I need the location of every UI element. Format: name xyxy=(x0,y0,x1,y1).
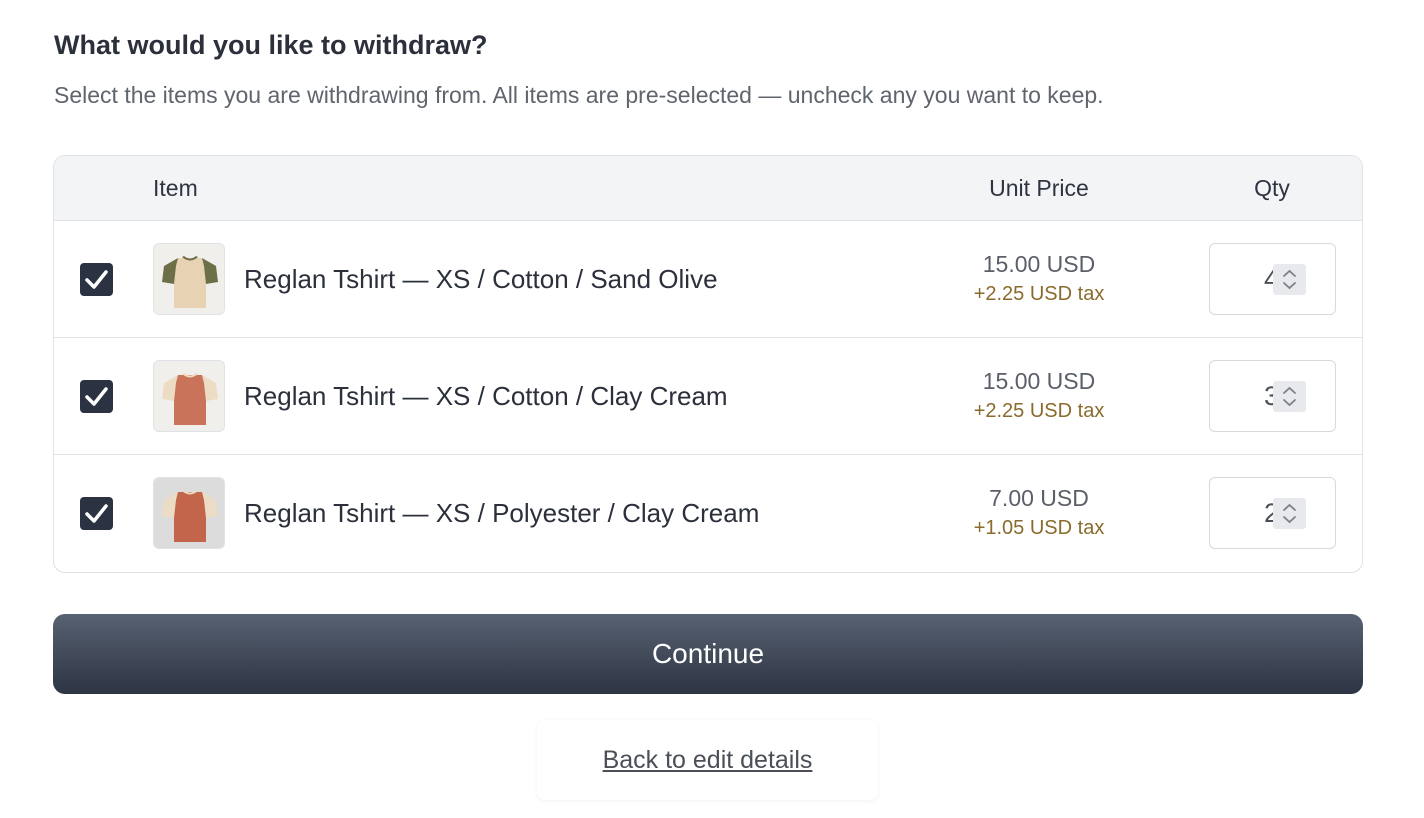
tax-amount: +1.05 USD tax xyxy=(973,517,1105,539)
table-row: Reglan Tshirt — XS / Cotton / Sand Olive… xyxy=(54,221,1362,338)
price-block: 7.00 USD +1.05 USD tax xyxy=(939,482,1139,542)
quantity-spinner[interactable] xyxy=(1273,264,1306,295)
table-row: Reglan Tshirt — XS / Polyester / Clay Cr… xyxy=(54,455,1362,572)
spinner-arrows-icon xyxy=(1283,386,1296,407)
product-thumbnail xyxy=(153,360,225,432)
checkmark-icon xyxy=(85,387,108,406)
back-link-container: Back to edit details xyxy=(537,720,878,800)
tshirt-icon xyxy=(154,244,224,314)
unit-price: 15.00 USD xyxy=(982,251,1096,277)
page-subtitle: Select the items you are withdrawing fro… xyxy=(54,82,1104,108)
checkmark-icon xyxy=(85,504,108,523)
quantity-stepper[interactable]: 2 xyxy=(1209,477,1336,549)
tax-amount: +2.25 USD tax xyxy=(973,283,1105,305)
continue-button[interactable]: Continue xyxy=(53,614,1363,694)
item-checkbox[interactable] xyxy=(80,497,113,530)
price-block: 15.00 USD +2.25 USD tax xyxy=(939,365,1139,425)
quantity-spinner[interactable] xyxy=(1273,381,1306,412)
item-checkbox[interactable] xyxy=(80,263,113,296)
column-header-item: Item xyxy=(153,175,198,201)
item-name: Reglan Tshirt — XS / Polyester / Clay Cr… xyxy=(244,498,760,528)
item-name: Reglan Tshirt — XS / Cotton / Sand Olive xyxy=(244,264,718,294)
tax-amount: +2.25 USD tax xyxy=(973,400,1105,422)
column-header-qty: Qty xyxy=(1254,175,1290,201)
column-header-unit-price: Unit Price xyxy=(989,175,1089,201)
unit-price: 7.00 USD xyxy=(989,485,1089,511)
item-name: Reglan Tshirt — XS / Cotton / Clay Cream xyxy=(244,381,728,411)
unit-price: 15.00 USD xyxy=(982,368,1096,394)
table-header: Item Unit Price Qty xyxy=(54,156,1362,221)
page-title: What would you like to withdraw? xyxy=(54,30,488,60)
spinner-arrows-icon xyxy=(1283,269,1296,290)
back-to-edit-details-link[interactable]: Back to edit details xyxy=(537,720,878,800)
tshirt-icon xyxy=(154,361,224,431)
quantity-spinner[interactable] xyxy=(1273,498,1306,529)
tshirt-icon xyxy=(154,478,224,548)
spinner-arrows-icon xyxy=(1283,503,1296,524)
checkmark-icon xyxy=(85,270,108,289)
items-table: Item Unit Price Qty Reglan Tshirt — XS /… xyxy=(53,155,1363,573)
product-thumbnail xyxy=(153,243,225,315)
item-checkbox[interactable] xyxy=(80,380,113,413)
table-row: Reglan Tshirt — XS / Cotton / Clay Cream… xyxy=(54,338,1362,455)
quantity-stepper[interactable]: 3 xyxy=(1209,360,1336,432)
price-block: 15.00 USD +2.25 USD tax xyxy=(939,248,1139,308)
quantity-stepper[interactable]: 4 xyxy=(1209,243,1336,315)
product-thumbnail xyxy=(153,477,225,549)
